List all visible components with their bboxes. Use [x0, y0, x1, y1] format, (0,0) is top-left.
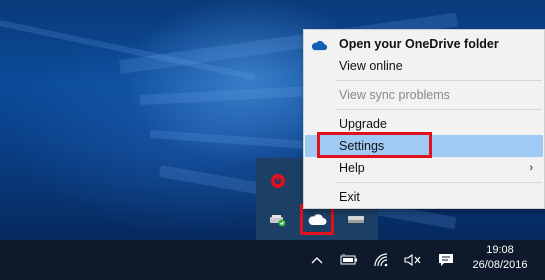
- settings-highlight: [317, 132, 432, 158]
- safely-remove-hardware-icon[interactable]: [264, 206, 292, 232]
- menu-item-exit[interactable]: Exit: [305, 186, 543, 208]
- menu-separator: [336, 182, 542, 183]
- clock-time: 19:08: [486, 244, 514, 256]
- submenu-arrow-icon: ›: [529, 162, 533, 174]
- menu-separator: [336, 80, 542, 81]
- menu-item-open-onedrive-folder[interactable]: Open your OneDrive folder: [305, 33, 543, 55]
- wifi-icon[interactable]: [372, 250, 392, 270]
- menu-item-help[interactable]: Help ›: [305, 157, 543, 179]
- clock-date: 26/08/2016: [472, 259, 528, 271]
- menu-separator: [336, 109, 542, 110]
- battery-icon[interactable]: [339, 250, 359, 270]
- onedrive-context-menu: Open your OneDrive folder View online Vi…: [303, 29, 545, 209]
- volume-muted-icon[interactable]: [403, 250, 423, 270]
- show-hidden-icons-chevron[interactable]: [307, 250, 327, 270]
- storage-drive-icon[interactable]: [342, 206, 370, 232]
- beats-audio-icon[interactable]: [264, 168, 292, 194]
- action-center-icon[interactable]: [436, 250, 456, 270]
- menu-item-view-online[interactable]: View online: [305, 55, 543, 77]
- taskbar-clock[interactable]: 19:08 26/08/2016: [462, 243, 538, 277]
- menu-item-view-sync-problems: View sync problems: [339, 88, 450, 102]
